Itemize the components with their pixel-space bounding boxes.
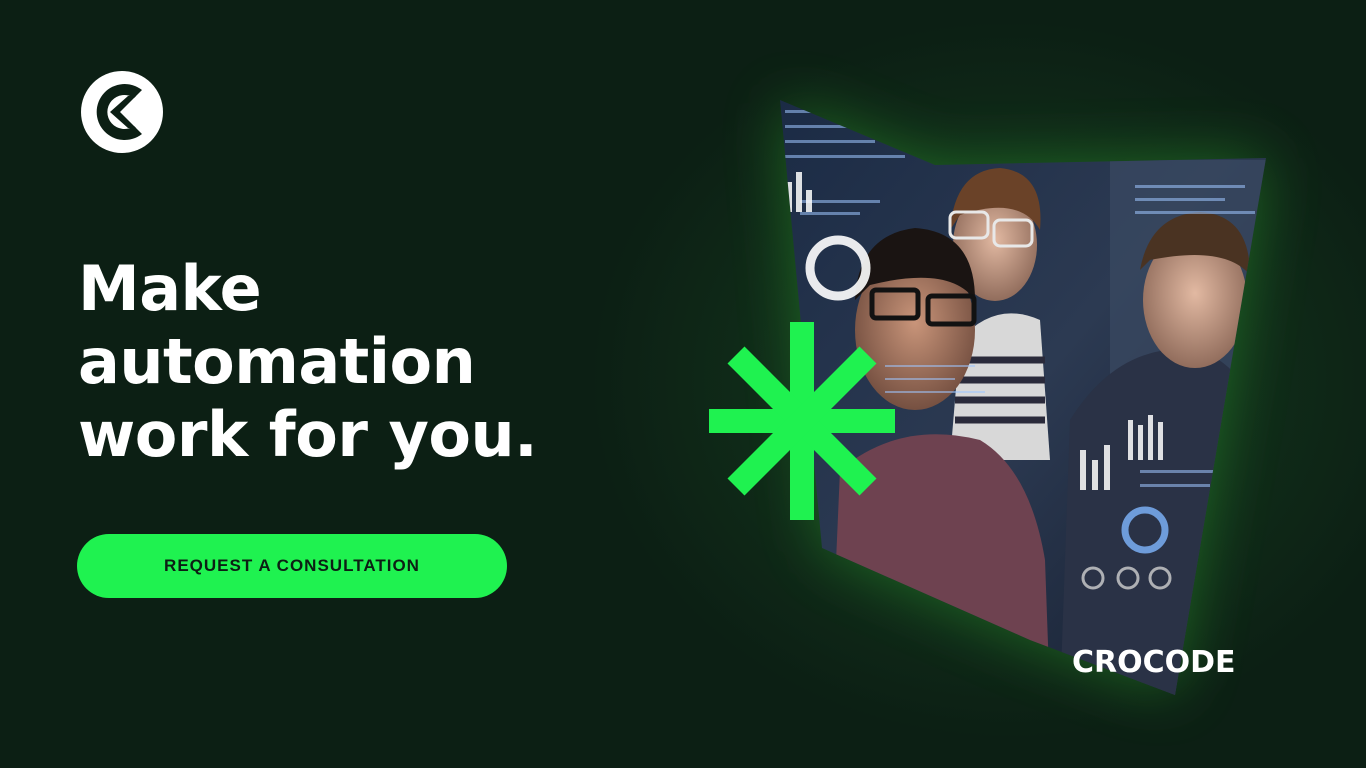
crocode-wordmark: CROCODE: [1072, 645, 1236, 680]
hero-banner: Make automation work for you. REQUEST A …: [0, 0, 1366, 768]
